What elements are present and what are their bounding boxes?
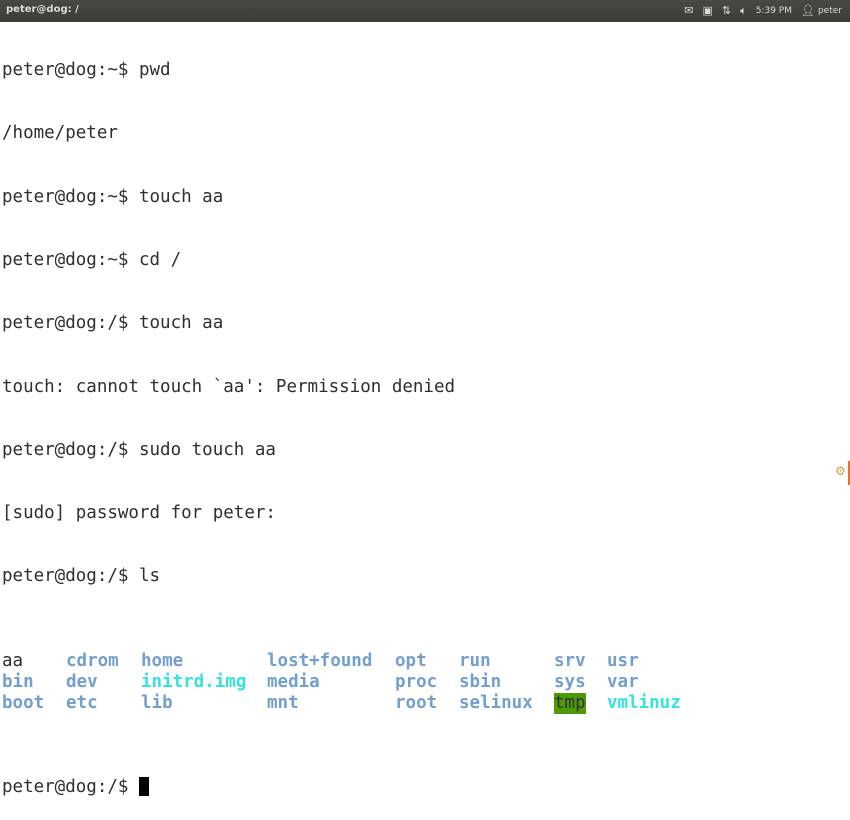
ls-entry-vmlinuz: vmlinuz <box>607 693 681 714</box>
cursor <box>139 777 149 796</box>
ls-entry-bin: bin <box>2 672 34 693</box>
network-icon[interactable]: ⇅ <box>722 3 731 19</box>
indicator-area: ✉ ▣ ⇅ 🔈︎ 5:39 PM 👤︎ peter <box>684 3 842 19</box>
ls-listing: aa cdrom home lost+found opt run srvusr bin dev i… <box>2 651 848 714</box>
terminal-line: /home/peter <box>2 123 848 144</box>
ls-entry-mnt: mnt <box>267 693 299 714</box>
ls-entry-lib: lib <box>141 693 173 714</box>
ls-row: aa cdrom home lost+found opt run srvusr <box>2 651 848 672</box>
keyboard-icon[interactable]: ▣ <box>703 3 713 19</box>
terminal-line: peter@dog:/$ touch aa <box>2 313 848 334</box>
terminal-line: [sudo] password for peter: <box>2 503 848 524</box>
user-icon: 👤︎ <box>801 3 815 19</box>
prompt: peter@dog:/$ <box>2 777 139 797</box>
terminal-output[interactable]: peter@dog:~$ pwd /home/peter peter@dog:~… <box>2 18 848 484</box>
user-name: peter <box>818 3 842 19</box>
ls-entry-etc: etc <box>66 693 98 714</box>
settings-icon[interactable]: ⚙ <box>835 465 847 477</box>
prompt-line: peter@dog:/$ <box>2 777 848 798</box>
ls-entry-sys: sys <box>554 672 586 693</box>
ls-entry-run: run <box>459 651 491 672</box>
terminal-line: peter@dog:~$ cd / <box>2 250 848 271</box>
terminal-line: peter@dog:/$ ls <box>2 566 848 587</box>
terminal-line: peter@dog:~$ pwd <box>2 60 848 81</box>
ls-entry-lost-found: lost+found <box>267 651 372 672</box>
ls-entry-srv: srv <box>554 651 586 672</box>
ls-entry-root: root <box>395 693 437 714</box>
ls-entry-proc: proc <box>395 672 437 693</box>
ls-entry-opt: opt <box>395 651 427 672</box>
ls-entry-tmp: tmp <box>554 693 586 714</box>
terminal-line: touch: cannot touch `aa': Permission den… <box>2 377 848 398</box>
ls-entry-dev: dev <box>66 672 98 693</box>
ls-row: bin dev initrd.img media proc sbin sysvar <box>2 672 848 693</box>
ls-entry-usr: usr <box>607 651 639 672</box>
ls-entry-media: media <box>267 672 320 693</box>
ls-entry-boot: boot <box>2 693 44 714</box>
window-title: peter@dog: / <box>6 4 79 15</box>
ls-entry-aa: aa <box>2 651 23 672</box>
ls-entry-initrd-img: initrd.img <box>141 672 246 693</box>
mail-icon[interactable]: ✉ <box>684 3 693 19</box>
ls-row: boot etc lib mnt root selinux tmp vmlinuz <box>2 693 848 714</box>
ls-entry-selinux: selinux <box>459 693 533 714</box>
ls-entry-cdrom: cdrom <box>66 651 119 672</box>
ls-entry-sbin: sbin <box>459 672 501 693</box>
clock[interactable]: 5:39 PM <box>756 3 792 19</box>
terminal-line: peter@dog:/$ sudo touch aa <box>2 440 848 461</box>
ls-entry-var: var <box>607 672 639 693</box>
volume-icon[interactable]: 🔈︎ <box>740 3 747 19</box>
ls-entry-home: home <box>141 651 183 672</box>
user-menu[interactable]: 👤︎ peter <box>801 3 842 19</box>
terminal-line: peter@dog:~$ touch aa <box>2 187 848 208</box>
